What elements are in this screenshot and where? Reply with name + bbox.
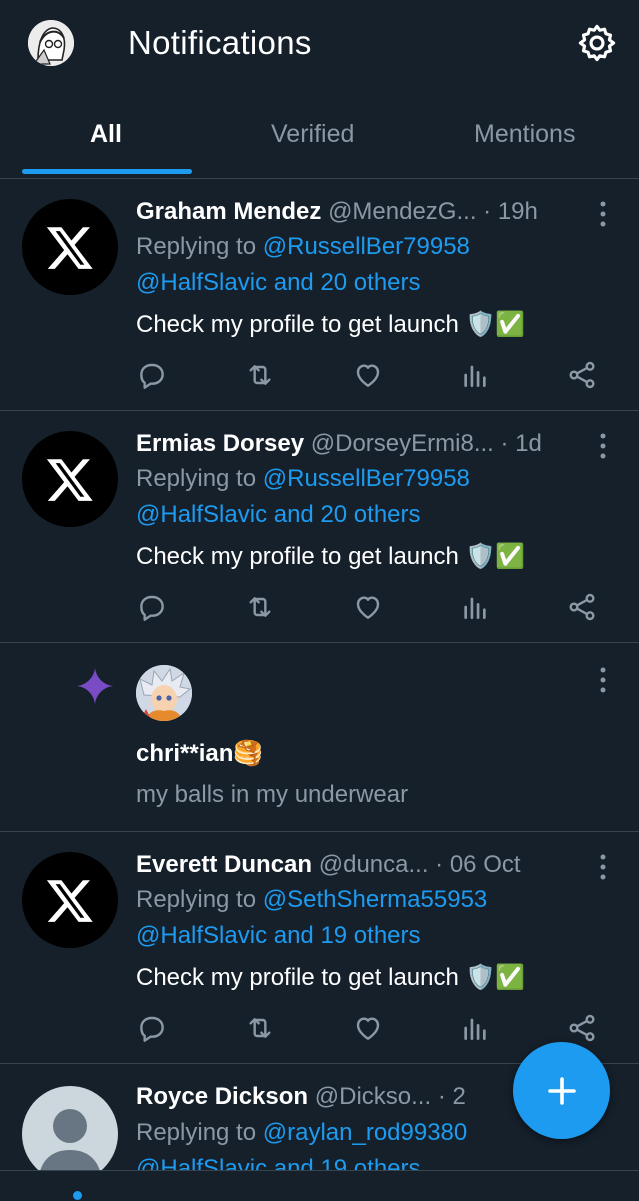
reply-others-link[interactable]: @HalfSlavic and 19 others: [136, 1155, 421, 1170]
x-logo-icon[interactable]: [22, 199, 118, 295]
replying-to-line: Replying to @raylan_rod99380: [136, 1119, 467, 1147]
share-icon[interactable]: [566, 1012, 598, 1044]
replying-prefix: Replying to: [136, 465, 257, 492]
notification-item[interactable]: chri**ian🥞 my balls in my underwear: [0, 643, 639, 832]
reply-icon[interactable]: [136, 1012, 168, 1044]
like-icon[interactable]: [352, 359, 384, 391]
x-logo-icon[interactable]: [22, 852, 118, 948]
more-icon[interactable]: [592, 852, 614, 882]
replying-prefix: Replying to: [136, 1119, 257, 1146]
notification-item[interactable]: Everett Duncan @dunca... · 06 Oct Replyi…: [0, 832, 639, 1064]
author-handle[interactable]: @Dickso...: [315, 1083, 431, 1110]
author-handle[interactable]: @MendezG...: [328, 198, 476, 225]
timestamp: · 1d: [500, 430, 542, 457]
tweet-header: Everett Duncan @dunca... · 06 Oct: [136, 851, 589, 879]
author-name[interactable]: Graham Mendez: [136, 198, 321, 225]
views-icon[interactable]: [459, 1012, 491, 1044]
retweet-icon[interactable]: [244, 1012, 276, 1044]
share-icon[interactable]: [566, 591, 598, 623]
bottom-navigation: [0, 1170, 639, 1201]
avatar[interactable]: [136, 665, 192, 721]
replying-to-line: Replying to @RussellBer79958: [136, 465, 470, 493]
page-title: Notifications: [128, 24, 312, 61]
settings-icon[interactable]: [576, 22, 618, 64]
retweet-icon[interactable]: [244, 591, 276, 623]
replying-to-line: Replying to @RussellBer79958: [136, 233, 470, 261]
tweet-actions: [136, 1012, 606, 1046]
share-icon[interactable]: [566, 359, 598, 391]
tab-all[interactable]: All: [90, 120, 122, 149]
tweet-header: Ermias Dorsey @DorseyErmi8... · 1d: [136, 430, 589, 458]
like-icon[interactable]: [352, 1012, 384, 1044]
like-icon[interactable]: [352, 591, 384, 623]
timestamp: · 19h: [483, 198, 538, 225]
reply-others-link[interactable]: @HalfSlavic and 19 others: [136, 922, 421, 950]
views-icon[interactable]: [459, 359, 491, 391]
more-icon[interactable]: [592, 431, 614, 461]
author-handle[interactable]: @dunca...: [319, 851, 429, 878]
tweet-header: Graham Mendez @MendezG... · 19h: [136, 198, 589, 226]
reply-icon[interactable]: [136, 591, 168, 623]
more-icon[interactable]: [592, 665, 614, 695]
author-handle[interactable]: @DorseyErmi8...: [311, 430, 494, 457]
compose-icon: [547, 1076, 576, 1105]
tab-verified[interactable]: Verified: [271, 120, 354, 149]
compose-button[interactable]: [513, 1042, 610, 1139]
tweet-text: Check my profile to get launch 🛡️✅: [136, 311, 526, 338]
author-name[interactable]: chri**ian🥞: [136, 739, 263, 768]
tweet-text: Check my profile to get launch 🛡️✅: [136, 964, 526, 991]
reply-others-link[interactable]: @HalfSlavic and 20 others: [136, 269, 421, 297]
author-name[interactable]: Ermias Dorsey: [136, 430, 304, 457]
replying-to-line: Replying to @SethSherma55953: [136, 886, 487, 914]
unread-indicator-dot: [73, 1191, 82, 1200]
notification-tabs: All Verified Mentions: [0, 100, 639, 179]
retweet-icon[interactable]: [244, 359, 276, 391]
reply-others-link[interactable]: @HalfSlavic and 20 others: [136, 501, 421, 529]
tweet-text: Check my profile to get launch 🛡️✅: [136, 543, 526, 570]
author-name[interactable]: Royce Dickson: [136, 1083, 308, 1110]
timestamp: · 06 Oct: [435, 851, 521, 878]
notification-item[interactable]: Graham Mendez @MendezG... · 19h Replying…: [0, 179, 639, 411]
active-tab-indicator: [22, 169, 192, 174]
tweet-actions: [136, 591, 606, 625]
reply-target-link[interactable]: @RussellBer79958: [263, 465, 470, 492]
replying-prefix: Replying to: [136, 886, 257, 913]
tweet-header: Royce Dickson @Dickso... · 2: [136, 1083, 529, 1111]
tweet-text: my balls in my underwear: [136, 781, 409, 808]
profile-avatar[interactable]: [28, 20, 74, 66]
x-logo-icon[interactable]: [22, 431, 118, 527]
views-icon[interactable]: [459, 591, 491, 623]
timestamp: · 2: [437, 1083, 466, 1110]
default-avatar[interactable]: [22, 1086, 118, 1170]
notification-item[interactable]: Ermias Dorsey @DorseyErmi8... · 1d Reply…: [0, 411, 639, 643]
replying-prefix: Replying to: [136, 233, 257, 260]
author-name[interactable]: Everett Duncan: [136, 851, 312, 878]
tweet-actions: [136, 359, 606, 393]
more-icon[interactable]: [592, 199, 614, 229]
reply-target-link[interactable]: @RussellBer79958: [263, 233, 470, 260]
reply-target-link[interactable]: @raylan_rod99380: [263, 1119, 468, 1146]
top-bar: Notifications: [0, 0, 639, 90]
sparkle-icon: [74, 665, 116, 707]
reply-target-link[interactable]: @SethSherma55953: [263, 886, 488, 913]
tab-mentions[interactable]: Mentions: [474, 120, 575, 149]
reply-icon[interactable]: [136, 359, 168, 391]
